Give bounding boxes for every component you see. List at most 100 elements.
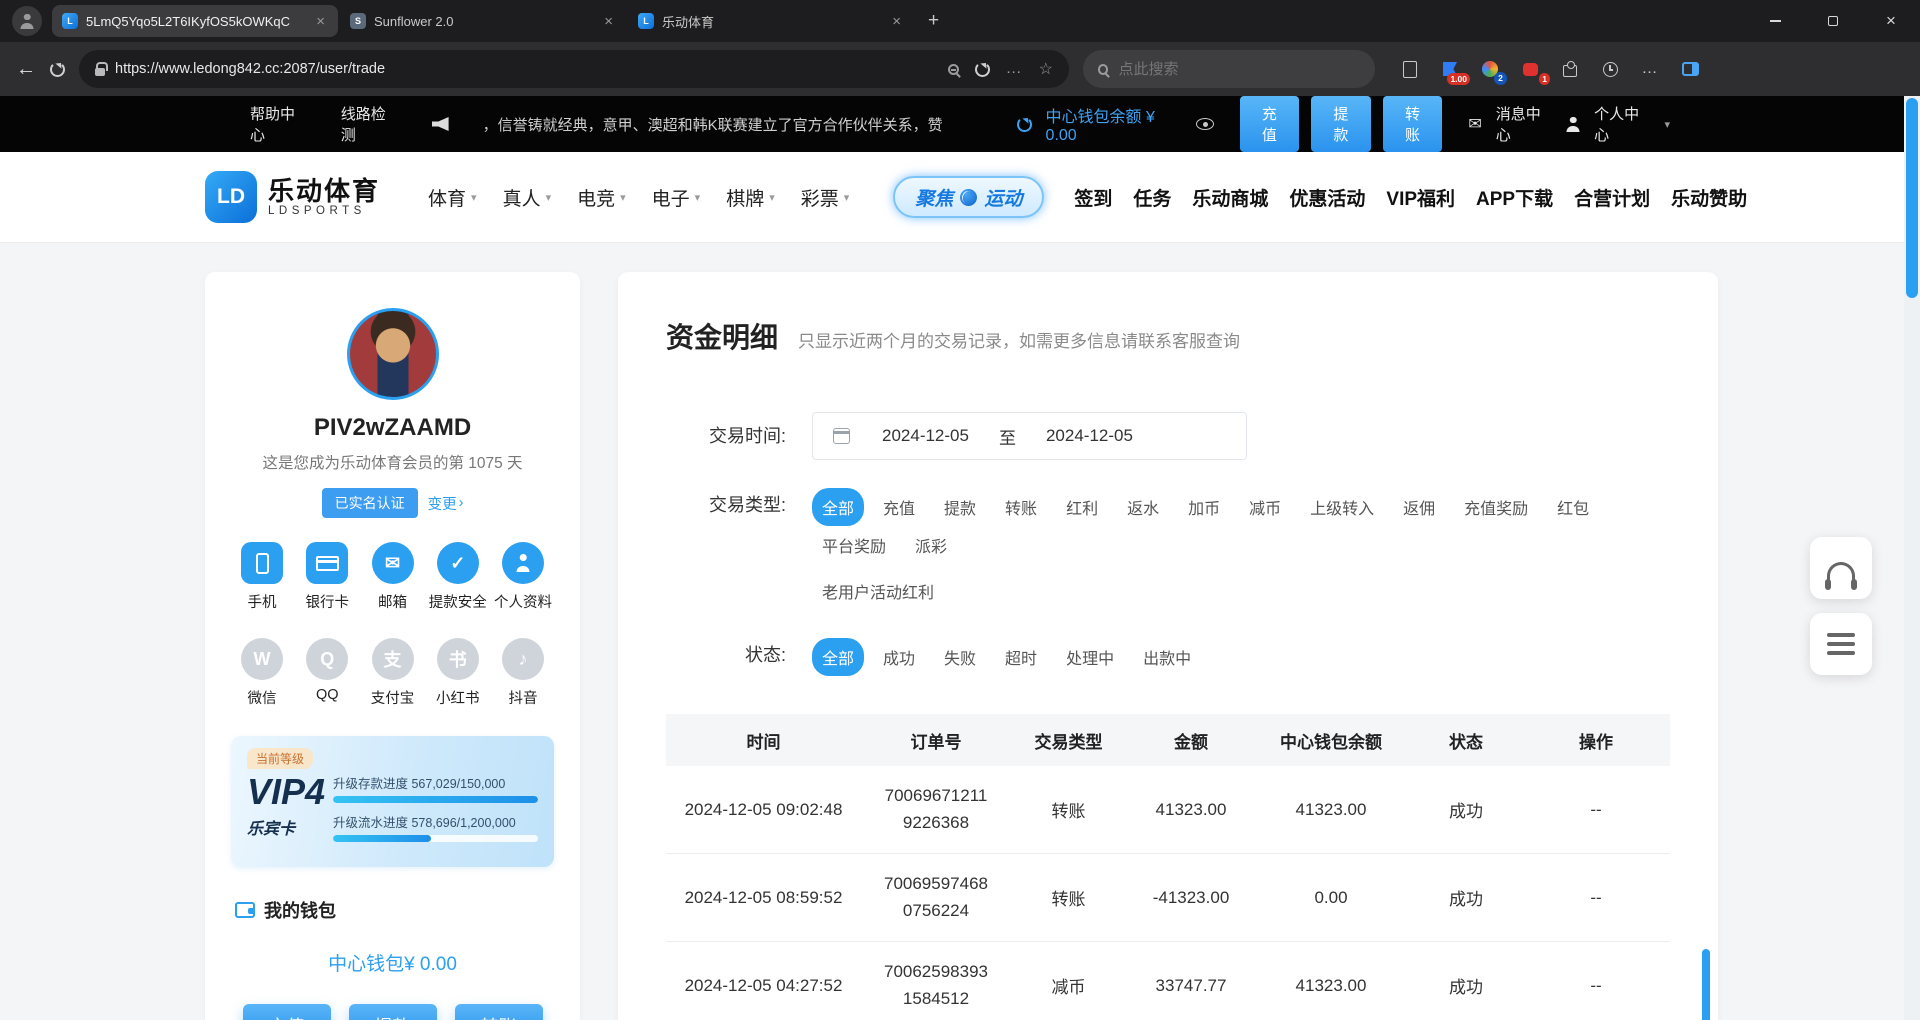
maximize-button[interactable] [1804, 0, 1862, 42]
flag-extension-button[interactable]: 1.00 [1439, 58, 1461, 80]
withdraw-button[interactable]: 提款 [349, 1004, 437, 1020]
topbar-withdraw-button[interactable]: 提款 [1311, 96, 1371, 152]
type-option[interactable]: 红利 [1056, 488, 1108, 526]
email-verify-item[interactable]: ✉ 邮箱 [364, 542, 422, 612]
vip-card: 当前等级 VIP4 乐宾卡 升级存款进度 567,029/150,000 升级流… [231, 736, 554, 867]
nav-menu-slots[interactable]: 电子▾ [652, 184, 701, 211]
date-from[interactable]: 2024-12-05 [882, 426, 969, 446]
browser-tab-3[interactable]: L 乐动体育 × [628, 5, 914, 37]
type-option[interactable]: 充值奖励 [1454, 488, 1538, 526]
douyin-item[interactable]: ♪ 抖音 [494, 638, 552, 708]
verified-badge[interactable]: 已实名认证 [322, 488, 418, 518]
chat-extension-button[interactable]: 1 [1519, 58, 1541, 80]
nav-link-promos[interactable]: 优惠活动 [1289, 184, 1365, 211]
focus-sports-button[interactable]: 聚焦 运动 [893, 176, 1044, 218]
page-scrollbar[interactable] [1904, 96, 1920, 1020]
settings-menu-button[interactable]: … [1639, 58, 1661, 80]
alipay-item[interactable]: 支 支付宝 [364, 638, 422, 708]
type-option-all[interactable]: 全部 [812, 488, 864, 526]
profile-info-item[interactable]: 个人资料 [494, 542, 552, 612]
phone-verify-item[interactable]: 手机 [233, 542, 291, 612]
nav-link-vip[interactable]: VIP福利 [1386, 184, 1455, 211]
status-option-all[interactable]: 全部 [812, 638, 864, 676]
type-option[interactable]: 返水 [1117, 488, 1169, 526]
wallet-refresh-icon[interactable] [1017, 117, 1031, 132]
tab-close-icon[interactable]: × [601, 13, 616, 30]
nav-link-affiliate[interactable]: 合营计划 [1574, 184, 1650, 211]
type-option[interactable]: 平台奖励 [812, 526, 896, 564]
wechat-item[interactable]: W 微信 [233, 638, 291, 708]
close-button[interactable]: × [1862, 0, 1920, 42]
site-logo[interactable]: LD 乐动体育 LDSPORTS [205, 171, 380, 223]
transfer-button[interactable]: 转账 [455, 1004, 543, 1020]
xiaohongshu-item[interactable]: 书 小红书 [429, 638, 487, 708]
date-range-picker[interactable]: 2024-12-05 至 2024-12-05 [812, 412, 1247, 460]
line-check-link[interactable]: 线路检测 [341, 103, 398, 145]
type-option[interactable]: 充值 [873, 488, 925, 526]
deposit-button[interactable]: 充值 [243, 1004, 331, 1020]
search-input[interactable] [1118, 61, 1360, 78]
type-option[interactable]: 加币 [1178, 488, 1230, 526]
quick-menu-button[interactable] [1810, 613, 1872, 675]
sidebar-toggle-button[interactable] [1679, 58, 1701, 80]
eye-icon[interactable] [1196, 118, 1214, 130]
date-to[interactable]: 2024-12-05 [1046, 426, 1133, 446]
wheel-extension-button[interactable]: 2 [1479, 58, 1501, 80]
reload-button[interactable] [50, 62, 65, 77]
status-option[interactable]: 处理中 [1056, 638, 1124, 676]
status-option[interactable]: 出款中 [1133, 638, 1201, 676]
nav-menu-chess[interactable]: 棋牌▾ [726, 184, 775, 211]
nav-menu-lottery[interactable]: 彩票▾ [801, 184, 850, 211]
tab-close-icon[interactable]: × [313, 13, 328, 30]
collections-button[interactable] [1399, 58, 1421, 80]
page-scrollbar-thumb[interactable] [1906, 98, 1918, 298]
status-option[interactable]: 失败 [934, 638, 986, 676]
nav-menu-esports[interactable]: 电竞▾ [577, 184, 626, 211]
type-option[interactable]: 转账 [995, 488, 1047, 526]
browser-search-box[interactable] [1083, 50, 1375, 88]
type-option[interactable]: 派彩 [905, 526, 957, 564]
status-option[interactable]: 成功 [873, 638, 925, 676]
help-center-link[interactable]: 帮助中心 [250, 103, 307, 145]
customer-service-button[interactable] [1810, 537, 1872, 599]
address-bar[interactable]: https://www.ledong842.cc:2087/user/trade… [79, 50, 1069, 88]
type-option[interactable]: 提款 [934, 488, 986, 526]
message-center-link[interactable]: 消息中心 [1496, 103, 1552, 145]
extensions-puzzle-button[interactable] [1559, 58, 1581, 80]
tab-close-icon[interactable]: × [889, 13, 904, 30]
zoom-out-icon[interactable] [948, 64, 959, 75]
nav-menu-live[interactable]: 真人▾ [503, 184, 552, 211]
url-text[interactable]: https://www.ledong842.cc:2087/user/trade [115, 61, 938, 77]
qq-item[interactable]: Q QQ [298, 638, 356, 708]
nav-link-mall[interactable]: 乐动商城 [1192, 184, 1268, 211]
browser-tab-2[interactable]: S Sunflower 2.0 × [340, 5, 626, 37]
favorite-star-icon[interactable]: ☆ [1039, 59, 1053, 79]
nav-menu-sports[interactable]: 体育▾ [428, 184, 477, 211]
type-option[interactable]: 返佣 [1393, 488, 1445, 526]
back-button[interactable]: ← [16, 58, 36, 81]
type-option[interactable]: 老用户活动红利 [812, 572, 944, 610]
table-scrollbar-thumb[interactable] [1702, 949, 1710, 1020]
nav-link-sponsor[interactable]: 乐动赞助 [1671, 184, 1747, 211]
nav-link-checkin[interactable]: 签到 [1074, 184, 1112, 211]
browser-profile-icon[interactable] [12, 6, 42, 36]
type-option[interactable]: 上级转入 [1300, 488, 1384, 526]
member-days-text: 这是您成为乐动体育会员的第 1075 天 [262, 451, 522, 473]
bankcard-verify-item[interactable]: 银行卡 [298, 542, 356, 612]
more-icon[interactable]: … [1006, 60, 1023, 78]
nav-link-app[interactable]: APP下载 [1476, 184, 1553, 211]
minimize-button[interactable] [1746, 0, 1804, 42]
personal-center-link[interactable]: 个人中心 [1594, 103, 1650, 145]
history-button[interactable] [1599, 58, 1621, 80]
change-link[interactable]: 变更› [428, 493, 464, 514]
status-option[interactable]: 超时 [995, 638, 1047, 676]
topbar-transfer-button[interactable]: 转账 [1383, 96, 1443, 152]
topbar-deposit-button[interactable]: 充值 [1240, 96, 1300, 152]
browser-tab-1[interactable]: L 5LmQ5Yqo5L2T6IKyfOS5kOWKqC × [52, 5, 338, 37]
new-tab-button[interactable]: + [916, 10, 951, 32]
type-option[interactable]: 减币 [1239, 488, 1291, 526]
type-option[interactable]: 红包 [1547, 488, 1599, 526]
withdraw-safety-item[interactable]: ✓ 提款安全 [429, 542, 487, 612]
translate-icon[interactable] [975, 62, 990, 77]
nav-link-tasks[interactable]: 任务 [1133, 184, 1171, 211]
